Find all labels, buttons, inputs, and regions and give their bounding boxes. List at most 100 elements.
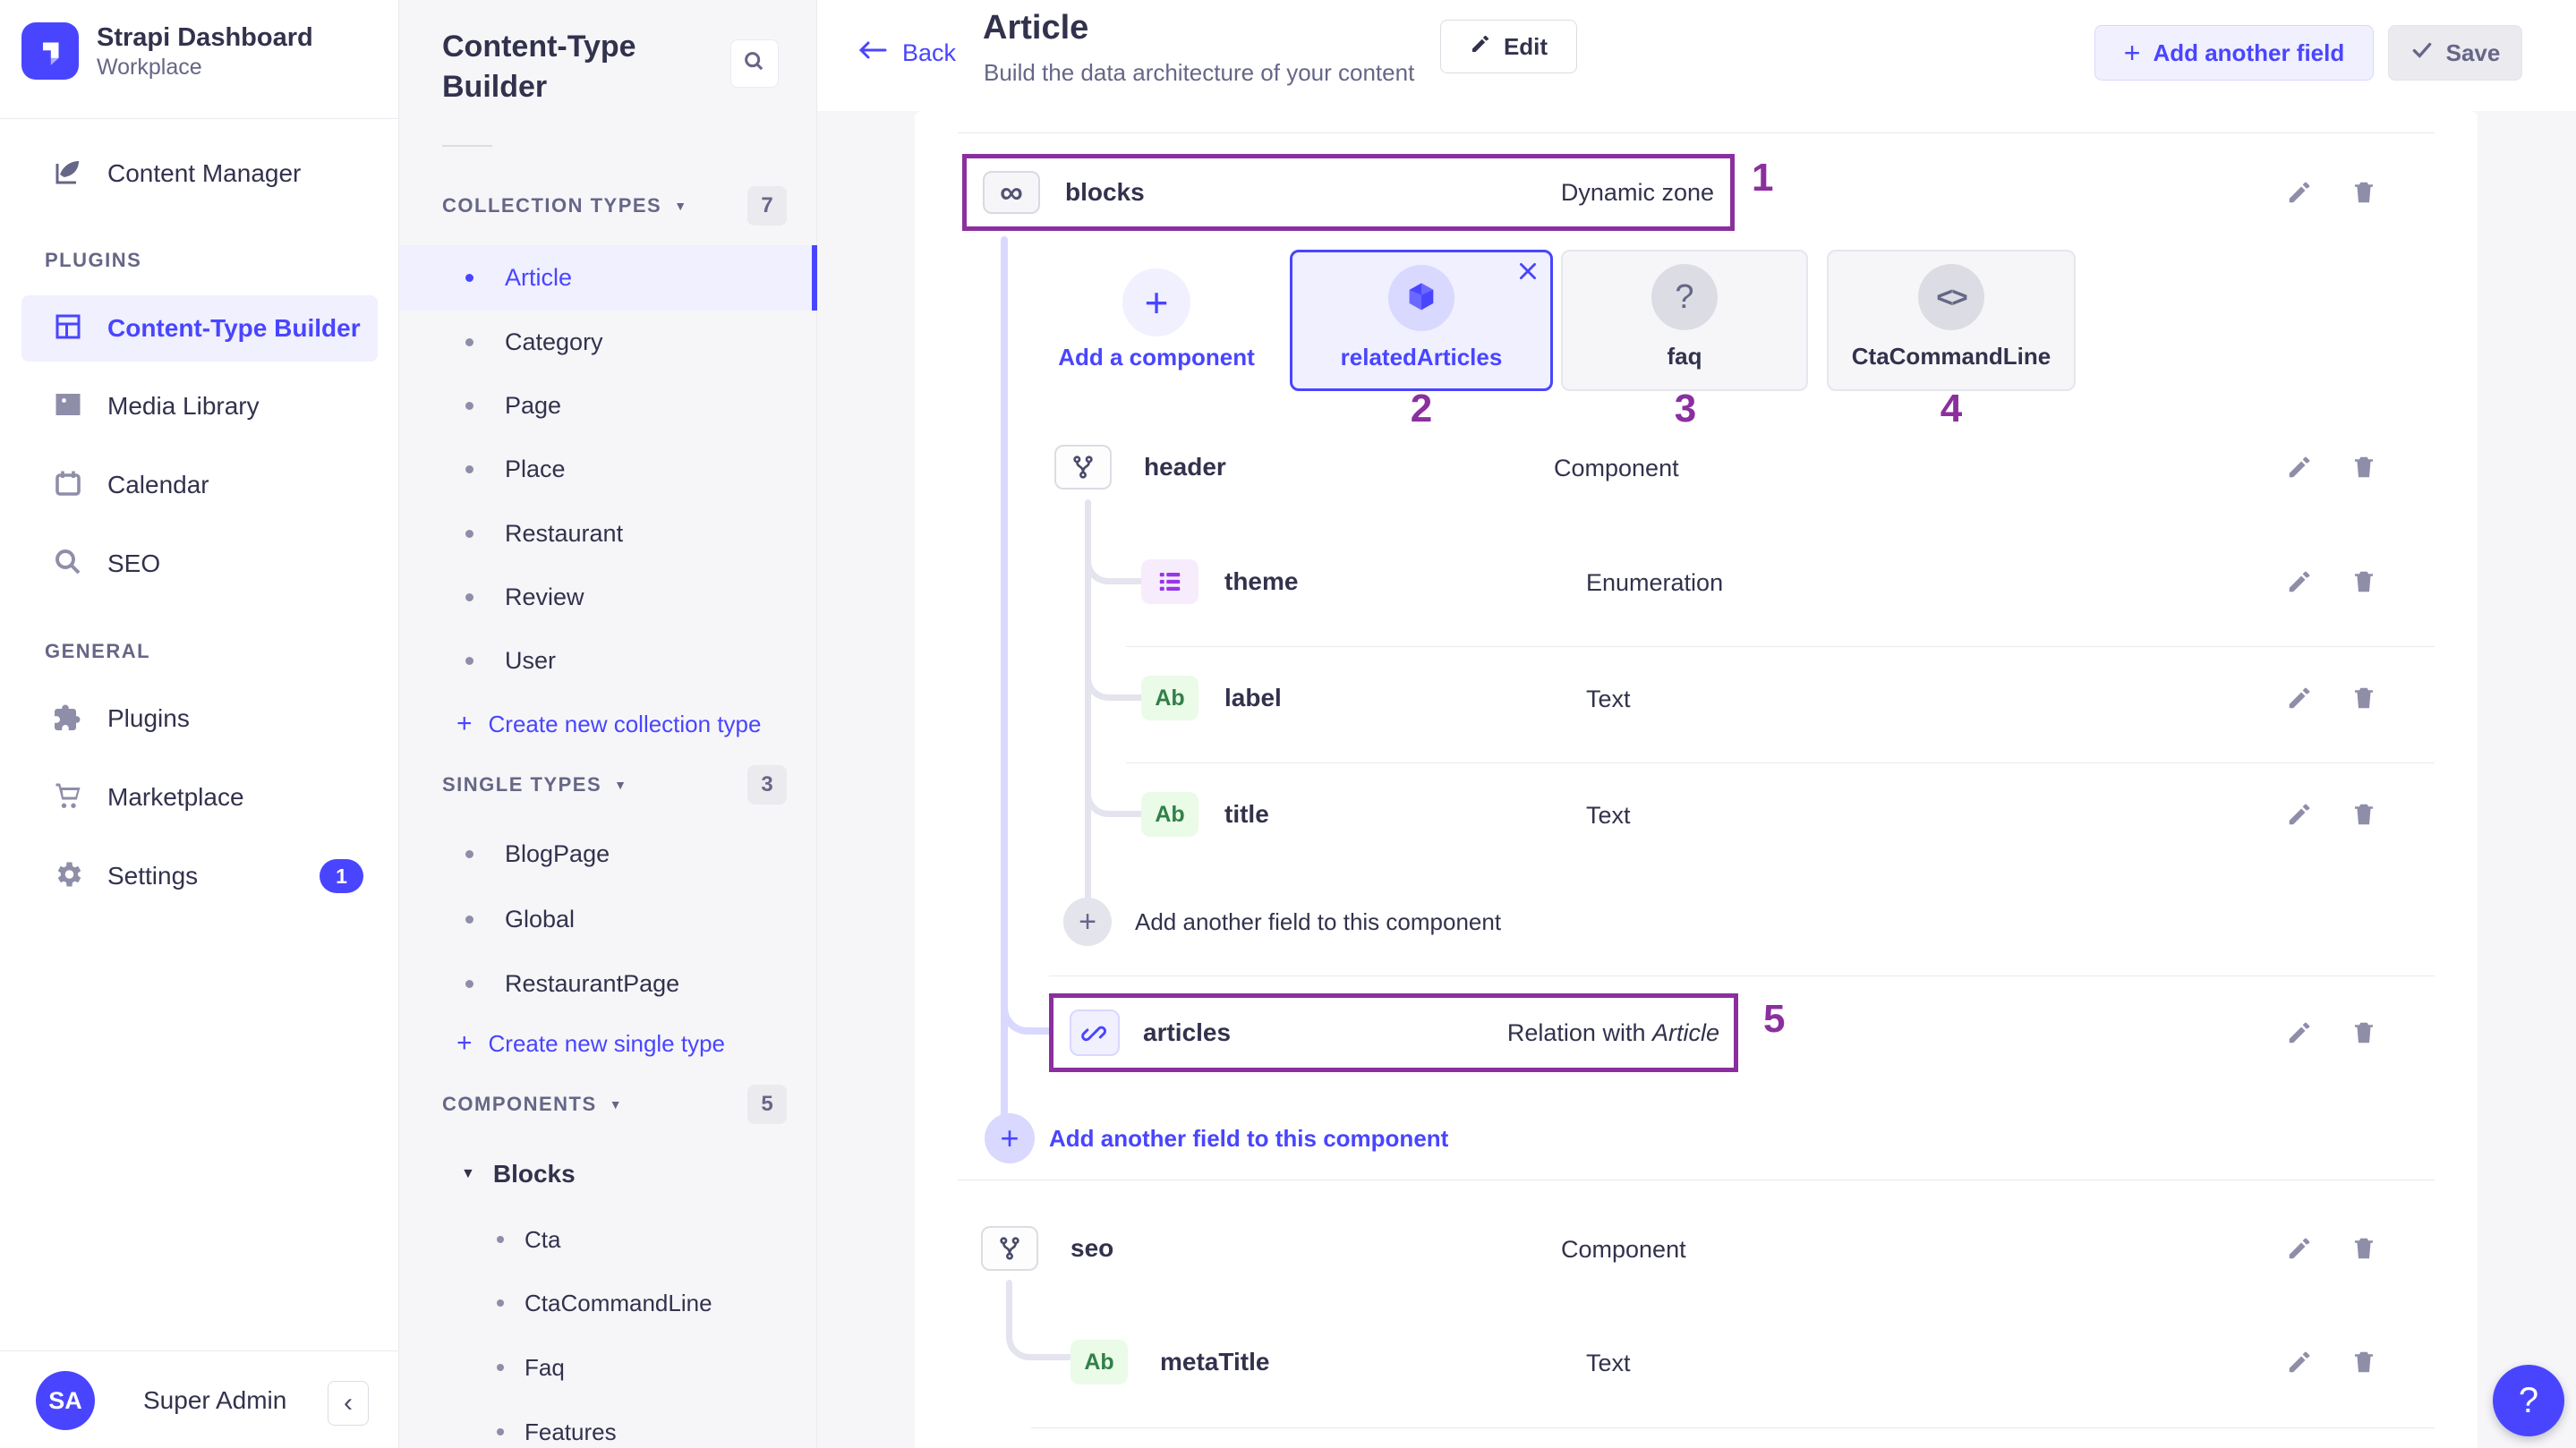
- sidebar-item-label: Content Manager: [107, 159, 301, 188]
- delete-trash-icon[interactable]: [2350, 685, 2377, 716]
- component-card-ctacommandline[interactable]: <> CtaCommandLine: [1827, 250, 2076, 391]
- edit-button[interactable]: Edit: [1440, 20, 1577, 73]
- delete-trash-icon[interactable]: [2350, 1349, 2377, 1380]
- subnav-item-cta[interactable]: Cta: [399, 1207, 812, 1272]
- add-field-to-dz-component-label[interactable]: Add another field to this component: [1049, 1125, 1448, 1153]
- enumeration-icon: [1141, 559, 1198, 604]
- row-actions: [2286, 1235, 2377, 1266]
- plus-icon: +: [456, 1028, 473, 1059]
- add-component-button[interactable]: +: [1122, 268, 1190, 336]
- row-actions: [2286, 568, 2377, 600]
- add-another-field-button[interactable]: + Add another field: [2094, 25, 2374, 81]
- components-header[interactable]: COMPONENTS ▼: [442, 1085, 623, 1124]
- subnav-item-faq[interactable]: Faq: [399, 1335, 812, 1400]
- edit-pencil-icon[interactable]: [2286, 801, 2313, 832]
- sidebar-item-label: Plugins: [107, 704, 190, 733]
- chevron-down-icon: ▼: [461, 1166, 475, 1182]
- row-divider: [958, 132, 2435, 133]
- sidebar-item-content-manager[interactable]: Content Manager: [21, 145, 378, 202]
- collapse-sidebar-button[interactable]: ‹: [328, 1381, 369, 1426]
- delete-trash-icon[interactable]: [2350, 454, 2377, 485]
- components-group-blocks[interactable]: ▼ Blocks: [461, 1146, 576, 1203]
- component-card-faq[interactable]: ? faq: [1561, 250, 1808, 391]
- field-type: Component: [1554, 455, 1679, 482]
- sidebar-item-media-library[interactable]: Media Library: [21, 378, 378, 435]
- subnav-item-ctacommandline[interactable]: CtaCommandLine: [399, 1271, 812, 1335]
- component-icon: [981, 1226, 1038, 1271]
- field-type: Text: [1586, 686, 1631, 713]
- search-icon: [742, 49, 767, 79]
- edit-pencil-icon[interactable]: [2286, 1235, 2313, 1266]
- delete-trash-icon[interactable]: [2350, 179, 2377, 210]
- tree-elbow: [1006, 1324, 1070, 1360]
- layout-icon: [52, 311, 84, 347]
- subnav-item-global[interactable]: Global: [399, 887, 812, 951]
- sidebar-item-plugins[interactable]: Plugins: [21, 690, 378, 747]
- subnav-item-restaurant[interactable]: Restaurant: [399, 501, 812, 566]
- row-divider: [1031, 1427, 2435, 1428]
- check-icon: [2410, 38, 2434, 68]
- create-single-type-link[interactable]: + Create new single type: [456, 1020, 725, 1067]
- subnav-item-place[interactable]: Place: [399, 437, 812, 501]
- subnav-item-review[interactable]: Review: [399, 565, 812, 629]
- edit-pencil-icon[interactable]: [2286, 1019, 2313, 1051]
- close-icon[interactable]: [1516, 260, 1540, 287]
- field-row-blocks[interactable]: ∞ blocks Dynamic zone: [962, 154, 1735, 231]
- add-field-to-component-button[interactable]: +: [1063, 898, 1112, 946]
- collection-types-header[interactable]: COLLECTION TYPES ▼: [442, 186, 688, 226]
- field-type: Enumeration: [1586, 569, 1723, 597]
- subnav-item-category[interactable]: Category: [399, 310, 812, 374]
- sidebar-bottom-divider: [0, 1350, 399, 1351]
- row-actions: [2286, 801, 2377, 832]
- back-link[interactable]: Back: [857, 39, 956, 67]
- search-button[interactable]: [730, 39, 779, 88]
- text-field-icon: Ab: [1141, 676, 1198, 720]
- brand[interactable]: Strapi Dashboard Workplace: [21, 21, 313, 81]
- delete-trash-icon[interactable]: [2350, 1019, 2377, 1051]
- subnav-item-page[interactable]: Page: [399, 373, 812, 438]
- field-type: Component: [1561, 1236, 1686, 1264]
- single-types-header[interactable]: SINGLE TYPES ▼: [442, 765, 628, 805]
- text-field-icon: Ab: [1070, 1340, 1128, 1384]
- brand-title: Strapi Dashboard: [97, 21, 313, 54]
- add-field-to-component-label[interactable]: Add another field to this component: [1135, 908, 1501, 936]
- component-card-label: relatedArticles: [1341, 344, 1503, 371]
- content-type-builder-subnav: Content-Type Builder COLLECTION TYPES ▼ …: [399, 0, 817, 1448]
- delete-trash-icon[interactable]: [2350, 568, 2377, 600]
- edit-pencil-icon[interactable]: [2286, 685, 2313, 716]
- edit-pencil-icon[interactable]: [2286, 568, 2313, 600]
- single-types-count: 3: [747, 765, 787, 805]
- sidebar-item-seo[interactable]: SEO: [21, 535, 378, 592]
- search-icon: [52, 546, 84, 583]
- annotation-3: 3: [1659, 387, 1712, 431]
- create-collection-type-link[interactable]: + Create new collection type: [456, 701, 761, 747]
- delete-trash-icon[interactable]: [2350, 1235, 2377, 1266]
- sidebar-item-marketplace[interactable]: Marketplace: [21, 769, 378, 826]
- subnav-item-article[interactable]: Article: [399, 245, 812, 311]
- sidebar-item-settings[interactable]: Settings 1: [21, 848, 378, 905]
- save-button[interactable]: Save: [2388, 25, 2522, 81]
- relation-link-icon: [1070, 1009, 1120, 1056]
- subnav-item-features[interactable]: Features: [399, 1400, 812, 1448]
- help-button[interactable]: ?: [2493, 1365, 2564, 1436]
- edit-pencil-icon[interactable]: [2286, 179, 2313, 210]
- settings-badge: 1: [320, 859, 363, 893]
- sidebar-item-content-type-builder[interactable]: Content-Type Builder: [21, 295, 378, 362]
- component-card-relatedarticles[interactable]: relatedArticles: [1290, 250, 1553, 391]
- add-field-to-dz-component-button[interactable]: +: [985, 1113, 1035, 1163]
- subnav-divider: [442, 145, 492, 147]
- subnav-item-restaurantpage[interactable]: RestaurantPage: [399, 951, 812, 1016]
- delete-trash-icon[interactable]: [2350, 801, 2377, 832]
- field-row-articles[interactable]: articles Relation with Article: [1049, 993, 1738, 1072]
- avatar[interactable]: SA: [36, 1371, 95, 1430]
- pen-square-icon: [52, 156, 84, 192]
- sidebar-item-calendar[interactable]: Calendar: [21, 456, 378, 514]
- user-name: Super Admin: [143, 1386, 286, 1415]
- annotation-4: 4: [1924, 387, 1978, 431]
- subnav-item-blogpage[interactable]: BlogPage: [399, 822, 812, 886]
- edit-pencil-icon[interactable]: [2286, 1349, 2313, 1380]
- annotation-2: 2: [1395, 387, 1448, 431]
- plus-icon: +: [456, 709, 473, 739]
- subnav-item-user[interactable]: User: [399, 628, 812, 693]
- edit-pencil-icon[interactable]: [2286, 454, 2313, 485]
